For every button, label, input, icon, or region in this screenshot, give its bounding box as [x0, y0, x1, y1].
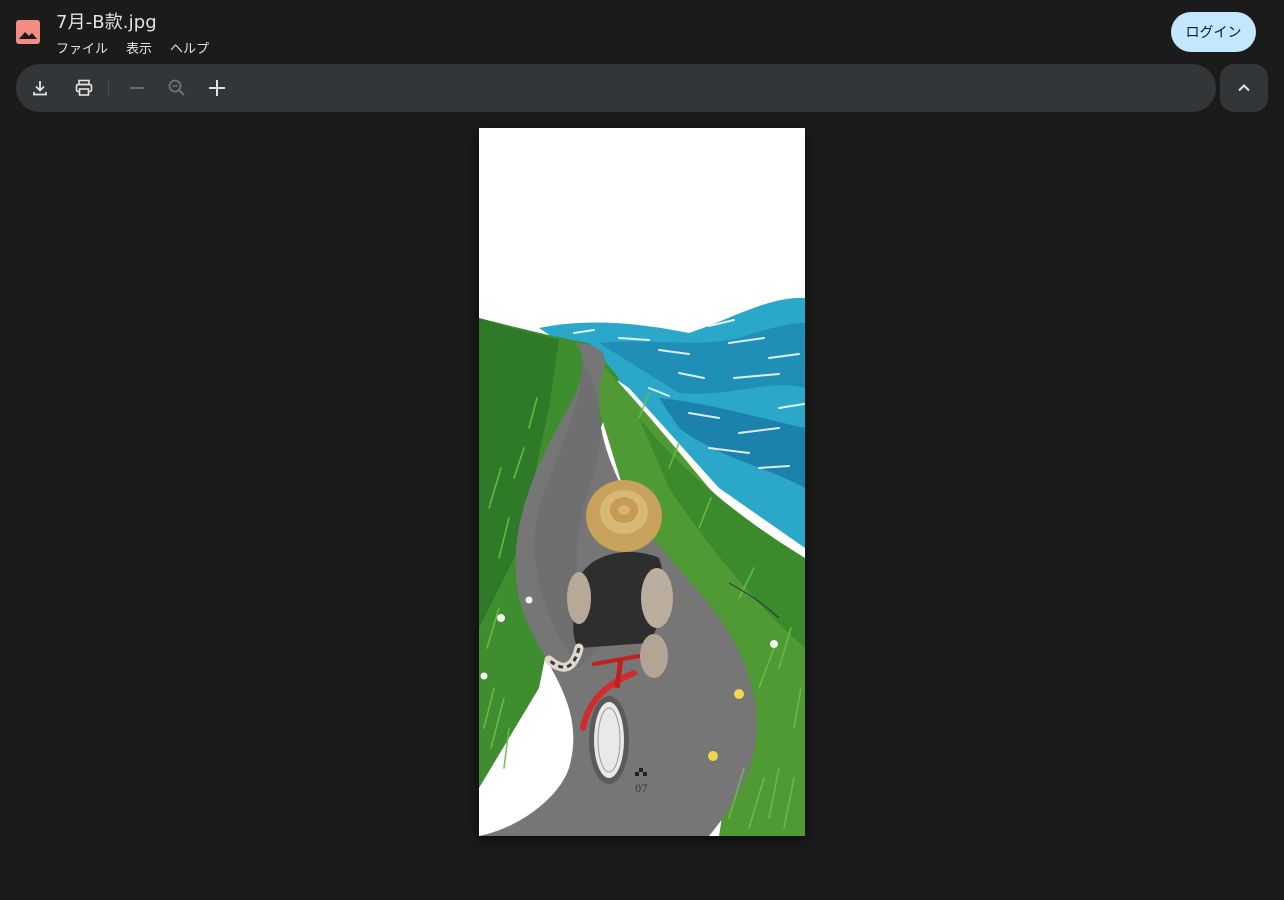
file-title[interactable]: 7月-B款.jpg — [56, 8, 157, 34]
toolbar-divider — [108, 80, 109, 96]
menu-bar: ファイル 表示 ヘルプ — [56, 38, 227, 57]
page-number: 07 — [635, 784, 648, 795]
chevron-up-icon[interactable] — [1220, 64, 1268, 112]
image-preview: 07 — [479, 128, 805, 836]
menu-view[interactable]: 表示 — [126, 38, 170, 57]
zoom-out-icon[interactable] — [121, 72, 153, 104]
toolbar — [16, 64, 1216, 112]
print-icon[interactable] — [68, 72, 100, 104]
menu-file[interactable]: ファイル — [56, 38, 126, 57]
zoom-in-icon[interactable] — [201, 72, 233, 104]
image-file-icon — [16, 20, 40, 44]
login-button[interactable]: ログイン — [1171, 12, 1256, 52]
download-icon[interactable] — [24, 72, 56, 104]
menu-help[interactable]: ヘルプ — [170, 38, 227, 57]
zoom-reset-icon[interactable] — [161, 72, 193, 104]
